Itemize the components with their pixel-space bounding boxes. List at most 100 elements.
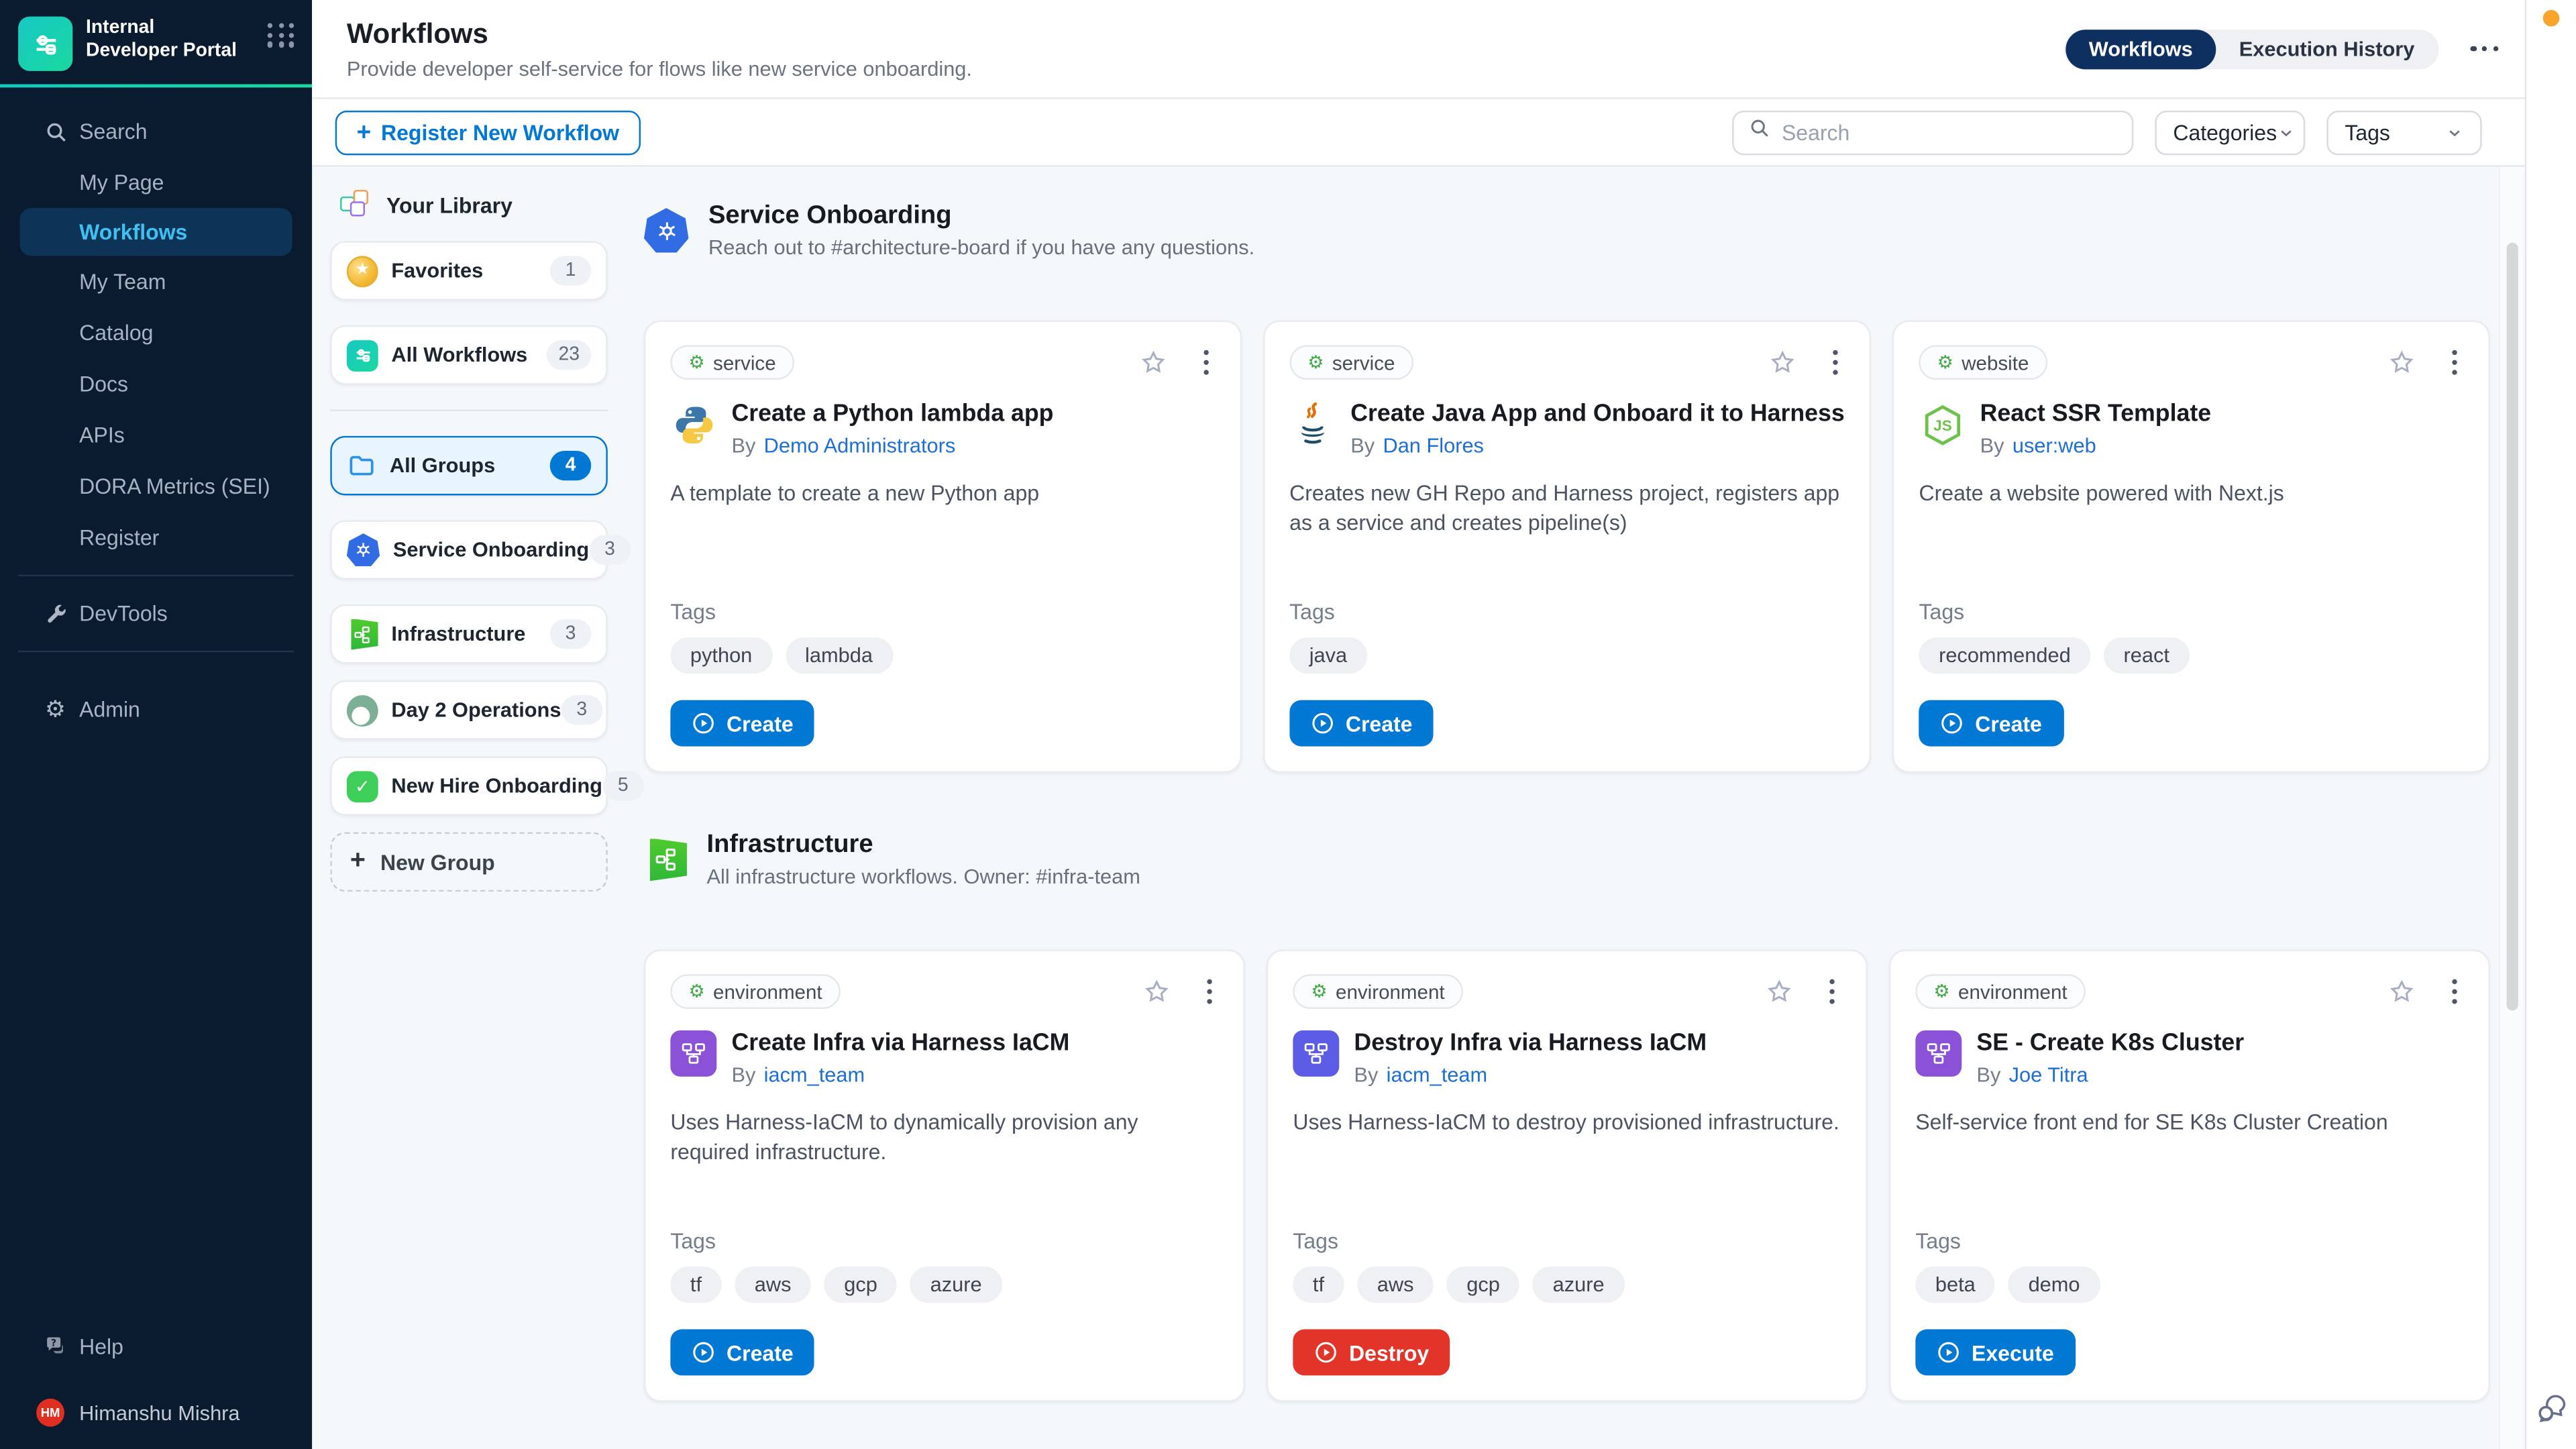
library-item-all-groups[interactable]: All Groups 4 <box>330 436 608 496</box>
author-link[interactable]: user:web <box>2012 434 2096 457</box>
type-badge: ⚙ service <box>670 345 794 380</box>
chevron-down-icon <box>2277 123 2295 141</box>
user-menu[interactable]: HM Himanshu Mishra <box>0 1399 312 1449</box>
author-link[interactable]: Demo Administrators <box>764 434 956 457</box>
sidebar-item-catalog[interactable]: Catalog <box>0 307 312 358</box>
gear-icon: ⚙ <box>688 983 704 1001</box>
tag-pill: azure <box>1533 1267 1624 1303</box>
toolbar: + Register New Workflow Categories <box>312 99 2524 167</box>
card-menu-icon[interactable] <box>1833 347 1838 378</box>
workflow-card-python-lambda: ⚙ service <box>644 321 1242 773</box>
gear-icon: ⚙ <box>1307 354 1324 372</box>
sidebar-item-apis[interactable]: APIs <box>0 409 312 460</box>
notification-dot <box>2543 10 2560 27</box>
search-icon <box>1749 117 1770 147</box>
more-options-icon[interactable] <box>2466 46 2499 51</box>
library-header: Your Library <box>330 173 608 241</box>
sidebar-item-my-page[interactable]: My Page <box>0 157 312 208</box>
destroy-button[interactable]: Destroy <box>1293 1330 1450 1376</box>
scrollbar-track[interactable] <box>2498 167 2524 1449</box>
scrollbar-thumb[interactable] <box>2507 243 2518 1011</box>
infrastructure-icon <box>644 838 687 881</box>
favorite-star-icon[interactable] <box>2387 348 2416 376</box>
favorite-star-icon[interactable] <box>1139 348 1167 376</box>
kubernetes-icon <box>347 533 380 566</box>
library-item-new-hire-onboarding[interactable]: ✓ New Hire Onboarding 5 <box>330 756 608 816</box>
flowchart-icon <box>670 1030 716 1077</box>
section-header-infrastructure: Infrastructure All infrastructure workfl… <box>644 830 2490 888</box>
gear-icon: ⚙ <box>1937 354 1953 372</box>
categories-dropdown[interactable]: Categories <box>2155 110 2305 154</box>
flowchart-icon <box>1915 1030 1962 1077</box>
favorite-star-icon[interactable] <box>1142 977 1171 1006</box>
create-button[interactable]: Create <box>670 700 814 747</box>
gear-icon: ⚙ <box>1933 983 1949 1001</box>
type-badge: ⚙ environment <box>1915 974 2085 1009</box>
create-button[interactable]: Create <box>1919 700 2063 747</box>
author-link[interactable]: Dan Flores <box>1383 434 1483 457</box>
card-menu-icon[interactable] <box>1829 976 1835 1008</box>
tag-pill: lambda <box>786 637 893 674</box>
search-input[interactable] <box>1782 119 2117 144</box>
sidebar-item-workflows[interactable]: Workflows <box>20 208 292 256</box>
tab-execution-history[interactable]: Execution History <box>2216 29 2438 68</box>
tag-pill: tf <box>670 1267 721 1303</box>
sidebar: Internal Developer Portal Search My Page… <box>0 0 312 1449</box>
card-menu-icon[interactable] <box>2452 347 2457 378</box>
new-group-button[interactable]: + New Group <box>330 833 608 892</box>
library-item-day2-operations[interactable]: Day 2 Operations 3 <box>330 680 608 740</box>
brand-row: Internal Developer Portal <box>0 0 312 85</box>
count-badge: 3 <box>550 619 592 649</box>
flowchart-icon <box>1293 1030 1339 1077</box>
tag-pill: beta <box>1915 1267 1995 1303</box>
count-badge: 5 <box>602 771 644 801</box>
favorite-star-icon[interactable] <box>2387 977 2416 1006</box>
library-item-service-onboarding[interactable]: Service Onboarding 3 <box>330 520 608 580</box>
sidebar-item-register[interactable]: Register <box>0 512 312 563</box>
register-new-workflow-button[interactable]: + Register New Workflow <box>335 110 641 154</box>
sidebar-divider <box>18 575 294 576</box>
type-badge: ⚙ environment <box>670 974 840 1009</box>
library-cubes-icon <box>339 189 375 221</box>
card-menu-icon[interactable] <box>1207 976 1212 1008</box>
library-divider <box>330 409 608 411</box>
author-link[interactable]: iacm_team <box>764 1063 865 1086</box>
sidebar-item-devtools[interactable]: DevTools <box>0 588 312 639</box>
sidebar-item-help[interactable]: ? Help <box>0 1321 312 1372</box>
apps-grid-icon[interactable] <box>268 23 296 47</box>
tag-pill: react <box>2104 637 2189 674</box>
tags-dropdown[interactable]: Tags <box>2326 110 2481 154</box>
workflow-card-se-k8s-cluster: ⚙ environment <box>1889 949 2490 1401</box>
plus-icon: + <box>357 118 372 146</box>
gear-icon: ⚙ <box>43 696 68 722</box>
gear-icon: ⚙ <box>688 354 704 372</box>
library-item-infrastructure[interactable]: Infrastructure 3 <box>330 604 608 664</box>
tag-pill: gcp <box>824 1267 898 1303</box>
favorite-star-icon[interactable] <box>1768 348 1796 376</box>
create-button[interactable]: Create <box>1289 700 1434 747</box>
right-utility-strip <box>2525 0 2576 1449</box>
view-tab-group: Workflows Execution History <box>2064 29 2439 68</box>
sidebar-item-search[interactable]: Search <box>0 106 312 157</box>
sidebar-item-docs[interactable]: Docs <box>0 358 312 409</box>
sidebar-item-my-team[interactable]: My Team <box>0 256 312 307</box>
sidebar-item-dora-metrics[interactable]: DORA Metrics (SEI) <box>0 461 312 512</box>
count-badge: 3 <box>589 535 631 565</box>
user-name: Himanshu Mishra <box>79 1401 239 1424</box>
plus-icon: + <box>350 847 366 877</box>
author-link[interactable]: iacm_team <box>1387 1063 1487 1086</box>
library-item-favorites[interactable]: ★ Favorites 1 <box>330 241 608 301</box>
card-menu-icon[interactable] <box>1203 347 1209 378</box>
author-link[interactable]: Joe Titra <box>2009 1063 2088 1086</box>
library-item-all-workflows[interactable]: All Workflows 23 <box>330 325 608 385</box>
chat-bubbles-icon[interactable] <box>2534 1391 2569 1434</box>
java-icon <box>1289 401 1336 447</box>
create-button[interactable]: Create <box>670 1330 814 1376</box>
count-badge: 3 <box>561 695 602 724</box>
tab-workflows[interactable]: Workflows <box>2065 29 2216 68</box>
execute-button[interactable]: Execute <box>1915 1330 2075 1376</box>
favorite-star-icon[interactable] <box>1765 977 1793 1006</box>
workflow-sections: Service Onboarding Reach out to #archite… <box>644 173 2490 1449</box>
sidebar-item-admin[interactable]: ⚙ Admin <box>0 684 312 735</box>
card-menu-icon[interactable] <box>2452 976 2457 1008</box>
